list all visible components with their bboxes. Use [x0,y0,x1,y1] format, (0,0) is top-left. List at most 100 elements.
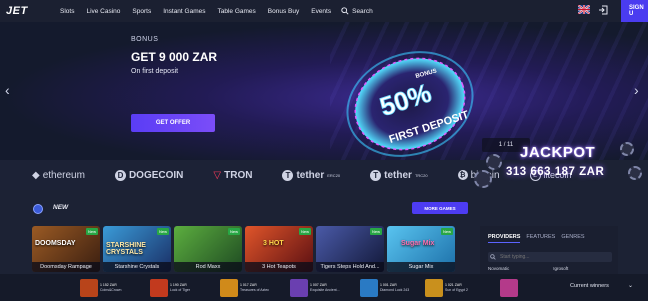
game-name: Doomsday Rampage [32,262,100,272]
top-navigation: JET Slots Live Casino Sports Instant Gam… [0,0,648,22]
tab-providers[interactable]: PROVIDERS [488,234,521,243]
game-art-title: Sugar Mix [401,240,435,247]
ethereum-logo: ◆ ethereum [32,169,85,181]
winner-game-thumbnail [360,278,378,297]
casino-chip-icon [474,170,492,188]
new-tag: New [369,228,382,235]
nav-link-table-games[interactable]: Table Games [212,8,262,15]
winner-item[interactable]: 1 152 ZAR Coins&Crown [80,278,121,297]
new-games-row: New DOOMSDAY Doomsday Rampage New STARSH… [32,226,455,272]
current-winners-dropdown[interactable]: Current winners [570,283,609,289]
tab-features[interactable]: FEATURES [526,234,555,243]
game-name: Starshine Crystals [103,262,171,272]
jackpot-amount: 313 663 187 ZAR [506,166,605,178]
game-name: Tigers Steps Hold And... [316,262,384,272]
game-tile[interactable]: New Sugar Mix Sugar Mix [387,226,455,272]
tether-erc20-logo: Ttether ERC20 [282,169,340,181]
dogecoin-icon: D [114,169,126,181]
search-icon [341,7,349,15]
game-name: Sugar Mix [387,262,455,272]
new-tag: New [156,228,169,235]
winner-game: Treasures of Aztec [240,287,270,292]
winner-game-thumbnail [220,278,238,297]
signup-button[interactable]: SIGN U [621,0,648,22]
carousel-prev-arrow-icon[interactable]: ‹ [5,82,10,98]
winner-item[interactable]: 1 007 ZAR Exquisite Ancient... [290,278,340,297]
jackpot-widget[interactable]: JACKPOT 313 663 187 ZAR [470,136,648,192]
game-art-title: STARSHINE CRYSTALS [106,242,146,256]
winner-item[interactable]: 1 001 ZAR Diamond Luck 243 [360,278,409,297]
jackpot-title: JACKPOT [520,144,596,161]
tron-icon: ▽ [213,169,222,181]
tab-genres[interactable]: GENRES [561,234,584,243]
crypto-logos-bar: ◆ ethereum D DOGECOIN ▽ TRON Ttether ERC20 T… [0,160,572,190]
hero-subtitle: On first deposit [131,68,179,75]
bitcoin-icon: ₿ [457,170,468,180]
providers-tabs: PROVIDERS FEATURES GENRES [488,234,585,243]
provider-item[interactable]: Novomatic [488,266,509,271]
game-tile[interactable]: New STARSHINE CRYSTALS Starshine Crystal… [103,226,171,272]
winner-game: Sun of Egypt 2 [445,287,468,292]
nav-link-sports[interactable]: Sports [126,8,157,15]
game-tile[interactable]: New DOOMSDAY Doomsday Rampage [32,226,100,272]
tron-logo: ▽ TRON [213,169,253,181]
game-tile[interactable]: New 3 HOT 3 Hot Teapots [245,226,313,272]
game-art-title: 3 HOT [263,240,284,247]
casino-chip-icon [620,142,634,156]
provider-item[interactable]: Igrosoft [553,266,568,271]
new-tag: New [440,228,453,235]
get-offer-button[interactable]: GET OFFER [131,114,215,132]
dogecoin-logo: D DOGECOIN [114,169,183,181]
more-games-button[interactable]: MORE GAMES [412,202,468,214]
winner-game-thumbnail [425,278,443,297]
new-tag: New [298,228,311,235]
casino-chip-icon [486,154,502,170]
winner-item[interactable]: 1 190 ZAR Lock of Tiger [150,278,190,297]
casino-page: JET Slots Live Casino Sports Instant Gam… [0,0,648,301]
winner-item[interactable]: 1 017 ZAR Treasures of Aztec [220,278,269,297]
new-section-icon [33,204,43,214]
winner-game: Coins&Crown [100,287,122,292]
providers-panel: PROVIDERS FEATURES GENRES Novomatic Igro… [480,226,618,274]
new-games-header: NEW MORE GAMES [0,196,480,222]
game-name: Rod Maxx [174,262,242,272]
game-tile[interactable]: New Tigers Steps Hold And... [316,226,384,272]
winner-game-thumbnail [150,278,168,297]
nav-link-instant-games[interactable]: Instant Games [157,8,211,15]
nav-links: Slots Live Casino Sports Instant Games T… [54,7,373,15]
winner-item[interactable] [500,278,518,297]
winner-game-thumbnail [290,278,308,297]
winner-game: Lock of Tiger [170,287,191,292]
chevron-down-icon[interactable]: ⌄ [628,282,633,289]
new-tag: New [85,228,98,235]
search-button[interactable]: Search [341,7,373,15]
casino-chip-icon [628,166,642,180]
game-art-title: DOOMSDAY [35,240,76,247]
jet-logo[interactable]: JET [6,5,54,17]
new-tag: New [227,228,240,235]
hero-title: GET 9 000 ZAR [131,50,218,64]
winner-item[interactable]: 1 021 ZAR Sun of Egypt 2 [425,278,468,297]
ethereum-icon: ◆ [32,169,40,181]
carousel-next-arrow-icon[interactable]: › [634,82,639,98]
winners-ticker: 1 152 ZAR Coins&Crown 1 190 ZAR Lock of Ti… [0,274,648,301]
login-icon[interactable] [598,5,608,15]
game-tile[interactable]: New Rod Maxx [174,226,242,272]
winner-game: Diamond Luck 243 [380,287,410,292]
winner-game: Exquisite Ancient... [310,287,340,292]
uk-flag-icon[interactable] [578,5,590,14]
hero-label: BONUS [131,36,159,43]
search-label: Search [352,7,373,15]
nav-link-bonus-buy[interactable]: Bonus Buy [262,8,305,15]
provider-search-input[interactable] [488,252,612,262]
tether-icon: T [370,169,382,181]
nav-link-slots[interactable]: Slots [54,8,80,15]
new-section-title: NEW [53,204,69,211]
nav-link-events[interactable]: Events [305,8,337,15]
game-name: 3 Hot Teapots [245,262,313,272]
tether-trc20-logo: Ttether TRC20 [370,169,428,181]
search-icon [490,254,496,260]
nav-link-live-casino[interactable]: Live Casino [80,8,126,15]
winner-game-thumbnail [80,278,98,297]
first-deposit-badge: BONUS 50% FIRST DEPOSIT [346,51,474,157]
